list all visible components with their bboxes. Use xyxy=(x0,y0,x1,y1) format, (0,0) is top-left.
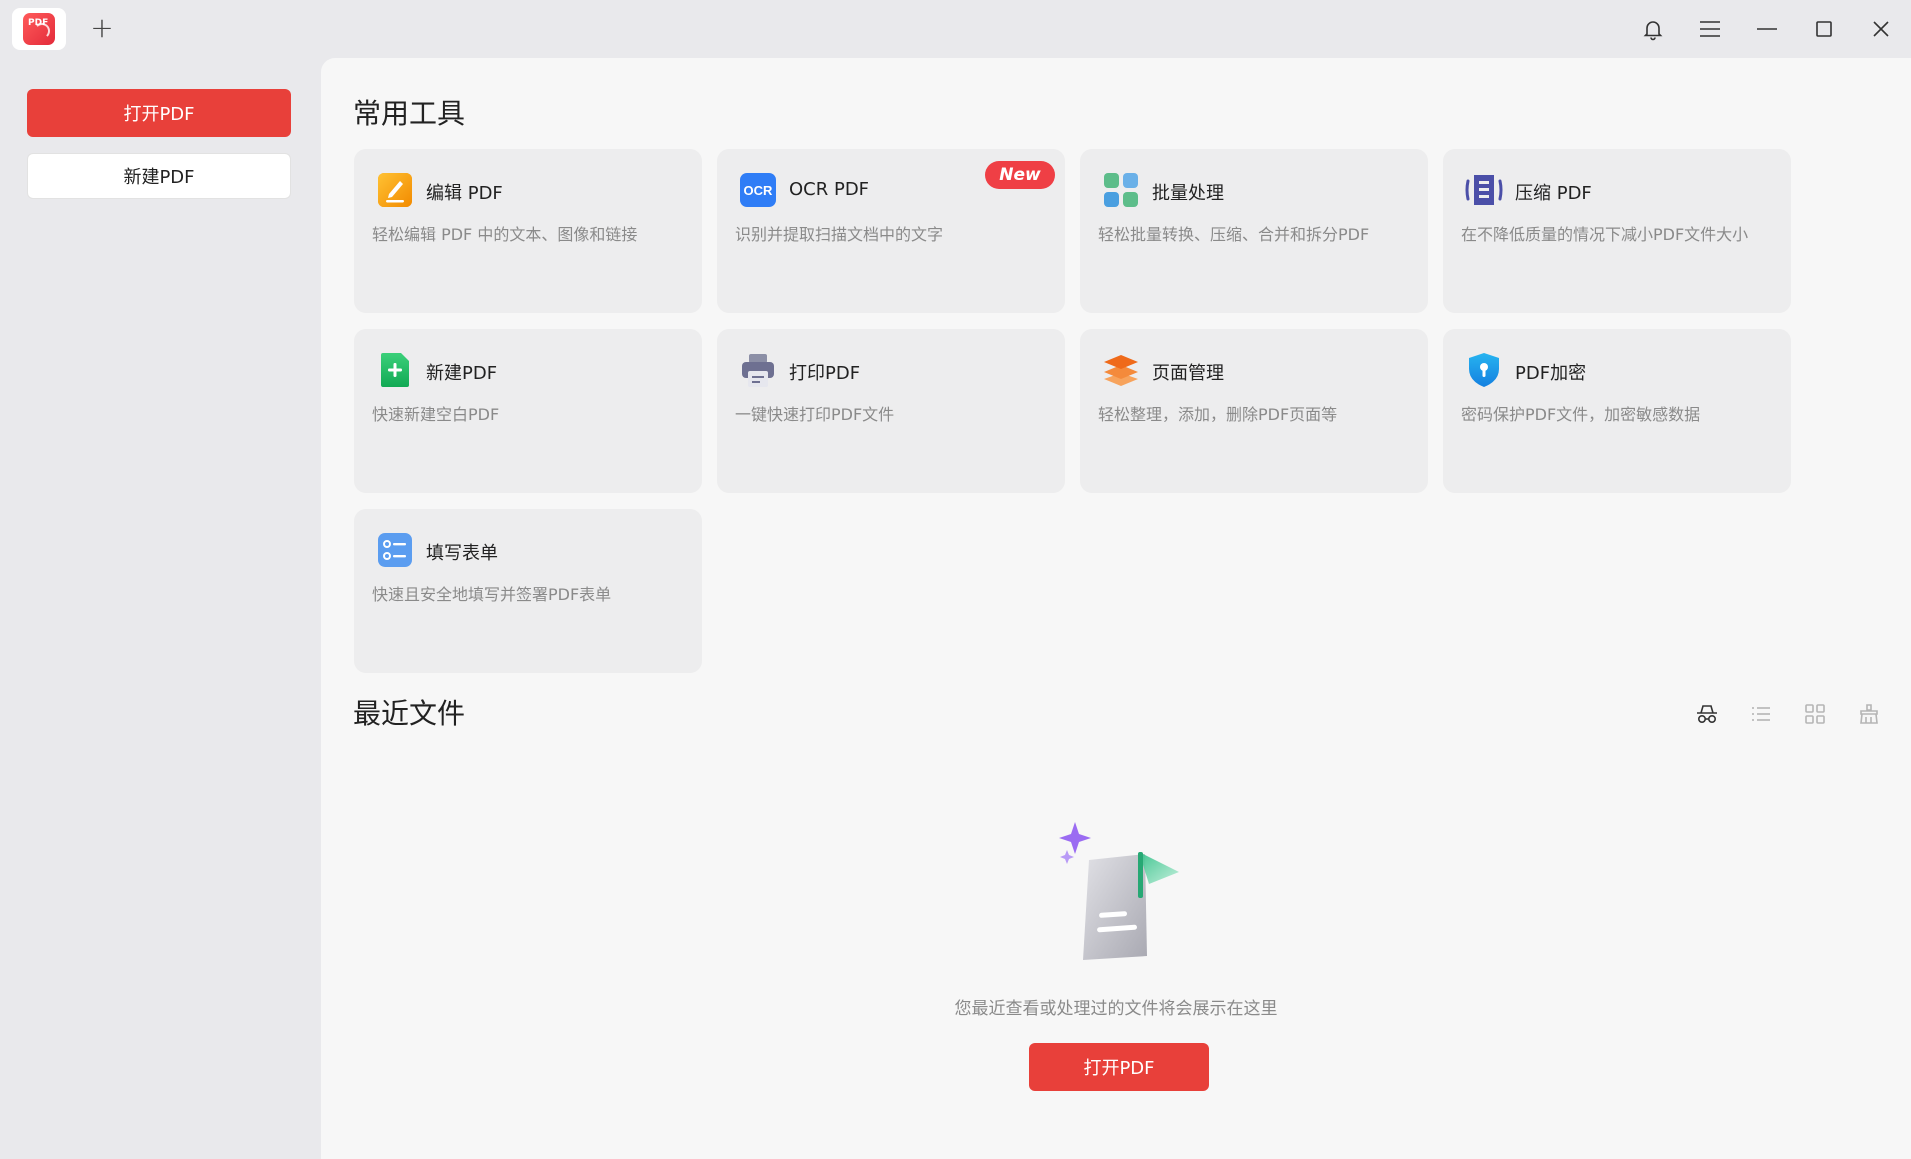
new-pdf-icon xyxy=(381,353,409,387)
tool-card-new-pdf[interactable]: 新建PDF 快速新建空白PDF xyxy=(354,329,702,493)
tool-desc: 快速且安全地填写并签署PDF表单 xyxy=(372,585,612,604)
tool-card-edit-pdf[interactable]: 编辑 PDF 轻松编辑 PDF 中的文本、图像和链接 xyxy=(354,149,702,313)
pdf-logo-icon: PDF xyxy=(23,13,55,45)
tools-section-title: 常用工具 xyxy=(353,97,466,130)
notification-button[interactable] xyxy=(1636,12,1670,46)
encrypt-icon xyxy=(1469,353,1499,387)
open-pdf-button[interactable]: 打开PDF xyxy=(27,89,291,137)
tool-card-compress[interactable]: 压缩 PDF 在不降低质量的情况下减小PDF文件大小 xyxy=(1443,149,1791,313)
new-tab-button[interactable]: + xyxy=(88,12,116,44)
tool-name: 编辑 PDF xyxy=(426,183,503,204)
list-view-icon xyxy=(1752,707,1770,721)
tool-name: 打印PDF xyxy=(789,363,861,384)
tool-card-encrypt[interactable]: PDF加密 密码保护PDF文件，加密敏感数据 xyxy=(1443,329,1791,493)
ocr-icon: OCR xyxy=(740,173,776,207)
maximize-icon xyxy=(1816,21,1832,37)
grid-view-button[interactable] xyxy=(1799,698,1831,730)
edit-pdf-icon xyxy=(378,173,412,207)
new-badge: New xyxy=(985,161,1055,189)
minimize-button[interactable] xyxy=(1750,12,1784,46)
empty-state-text: 您最近查看或处理过的文件将会展示在这里 xyxy=(954,999,1278,1019)
private-view-button[interactable] xyxy=(1691,698,1723,730)
tool-name: 压缩 PDF xyxy=(1515,183,1592,204)
tool-name: OCR PDF xyxy=(789,179,870,200)
tool-desc: 在不降低质量的情况下减小PDF文件大小 xyxy=(1461,225,1749,244)
print-icon xyxy=(742,354,774,387)
app-logo[interactable]: PDF xyxy=(12,8,66,50)
page-manage-icon xyxy=(1104,355,1138,386)
bell-icon xyxy=(1643,21,1663,41)
tool-desc: 一键快速打印PDF文件 xyxy=(735,405,895,424)
tool-desc: 轻松编辑 PDF 中的文本、图像和链接 xyxy=(372,225,638,244)
tool-desc: 轻松整理，添加，删除PDF页面等 xyxy=(1098,405,1338,424)
compress-icon xyxy=(1465,175,1503,205)
tool-card-form[interactable]: 填写表单 快速且安全地填写并签署PDF表单 xyxy=(354,509,702,673)
tool-name: 页面管理 xyxy=(1152,363,1224,384)
broom-icon xyxy=(1860,704,1878,724)
tool-name: 填写表单 xyxy=(426,543,498,564)
svg-text:OCR: OCR xyxy=(744,183,774,198)
incognito-icon xyxy=(1697,705,1717,724)
new-pdf-button[interactable]: 新建PDF xyxy=(27,153,291,199)
maximize-button[interactable] xyxy=(1807,12,1841,46)
title-bar: PDF + xyxy=(0,0,1911,58)
main-content: 常用工具 编辑 PDF 轻松编辑 PDF 中的文本、图像和链接 OCR OCR … xyxy=(321,58,1911,1159)
menu-button[interactable] xyxy=(1693,12,1727,46)
tool-card-ocr-pdf[interactable]: OCR OCR PDF 识别并提取扫描文档中的文字 New xyxy=(717,149,1065,313)
tool-desc: 密码保护PDF文件，加密敏感数据 xyxy=(1461,405,1701,424)
tool-card-print[interactable]: 打印PDF 一键快速打印PDF文件 xyxy=(717,329,1065,493)
tool-desc: 轻松批量转换、压缩、合并和拆分PDF xyxy=(1098,225,1370,244)
recent-section-title: 最近文件 xyxy=(353,697,466,730)
menu-icon xyxy=(1700,21,1720,37)
sidebar: 打开PDF 新建PDF xyxy=(0,58,321,1159)
batch-icon xyxy=(1104,173,1138,207)
tool-desc: 快速新建空白PDF xyxy=(372,405,500,424)
tool-name: PDF加密 xyxy=(1515,363,1587,384)
list-view-button[interactable] xyxy=(1745,698,1777,730)
close-icon xyxy=(1873,21,1889,37)
empty-files-illustration xyxy=(1059,822,1179,960)
minimize-icon xyxy=(1757,28,1777,30)
form-icon xyxy=(378,533,412,567)
tool-name: 新建PDF xyxy=(426,363,498,384)
grid-view-icon xyxy=(1805,704,1825,724)
open-pdf-main-button[interactable]: 打开PDF xyxy=(1029,1043,1209,1091)
clear-history-button[interactable] xyxy=(1853,698,1885,730)
tool-card-batch[interactable]: 批量处理 轻松批量转换、压缩、合并和拆分PDF xyxy=(1080,149,1428,313)
close-button[interactable] xyxy=(1864,12,1898,46)
tool-card-page-manage[interactable]: 页面管理 轻松整理，添加，删除PDF页面等 xyxy=(1080,329,1428,493)
tool-desc: 识别并提取扫描文档中的文字 xyxy=(735,225,944,244)
tool-name: 批量处理 xyxy=(1152,183,1224,204)
